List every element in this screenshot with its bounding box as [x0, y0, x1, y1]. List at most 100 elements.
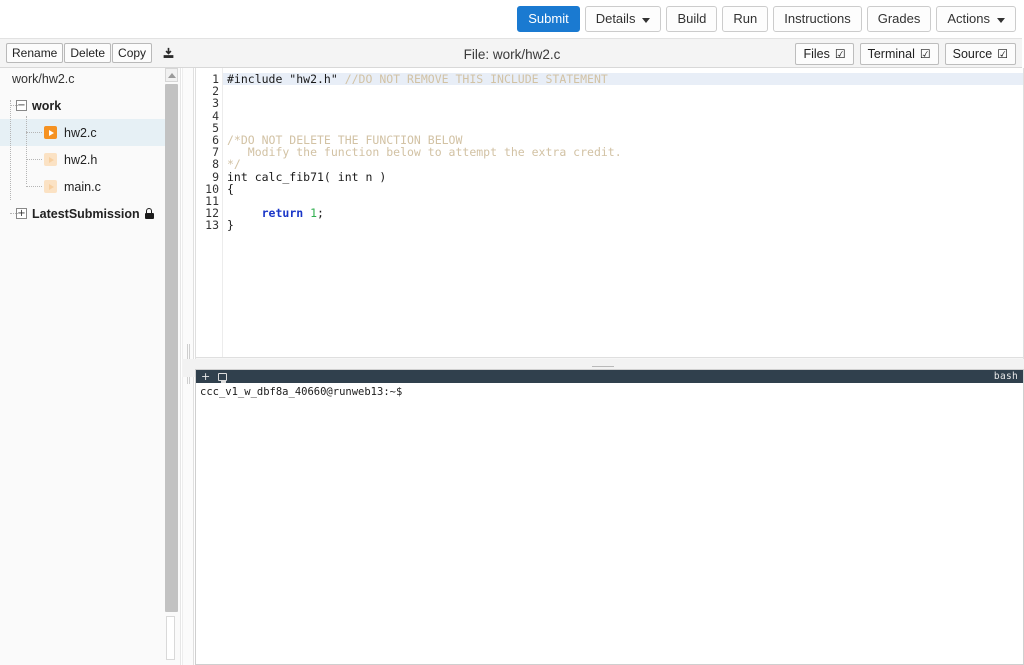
terminal-output[interactable]: ccc_v1_w_dbf8a_40660@runweb13:~$	[196, 383, 1023, 664]
tree-node-label: hw2.c	[64, 126, 97, 140]
tree-connector	[10, 105, 18, 106]
file-operations-group: Rename Delete Copy	[6, 43, 179, 63]
toolbar-button-build[interactable]: Build	[666, 6, 717, 32]
panel-toggle-files[interactable]: Files ☑	[795, 43, 853, 65]
file-tree: −work hw2.c hw2.h main.c +LatestSubmission	[0, 92, 166, 665]
toolbar-button-label: Details	[596, 7, 636, 31]
copy-button[interactable]: Copy	[112, 43, 152, 63]
ide-page: Submit Details Build Run Instructions Grades A…	[0, 0, 1024, 665]
code-line[interactable]	[223, 97, 1023, 109]
lock-icon	[145, 208, 154, 219]
checkbox-checked-icon[interactable]: ☑	[997, 48, 1008, 60]
toolbar-button-label: Instructions	[784, 7, 850, 31]
tree-node-work[interactable]: −work	[0, 92, 166, 119]
chevron-down-icon	[642, 18, 650, 23]
panel-toggle-label: Terminal	[868, 44, 915, 64]
tree-node-label: main.c	[64, 180, 101, 194]
code-token: 1	[310, 206, 317, 220]
code-token: //DO NOT REMOVE THIS INCLUDE STATEMENT	[345, 72, 608, 86]
checkbox-checked-icon[interactable]: ☑	[920, 48, 931, 60]
toolbar-button-label: Submit	[528, 7, 568, 31]
toolbar-button-label: Build	[677, 7, 706, 31]
line-number: 4	[196, 110, 222, 122]
toolbar-button-run[interactable]: Run	[722, 6, 768, 32]
tree-node-hw2-h[interactable]: hw2.h	[0, 146, 166, 173]
scroll-up-icon[interactable]	[165, 68, 178, 82]
file-toolbar: File: work/hw2.c Rename Delete Copy File…	[0, 38, 1024, 68]
tree-connector	[10, 100, 11, 200]
code-line[interactable]: int calc_fib71( int n )	[223, 171, 1023, 183]
file-icon	[44, 180, 57, 193]
tree-connector	[26, 132, 42, 133]
code-line[interactable]: }	[223, 219, 1023, 231]
panel-toggle-label: Source	[953, 44, 993, 64]
terminal-line: ccc_v1_w_dbf8a_40660@runweb13:~$	[200, 386, 1023, 399]
tree-connector	[26, 116, 27, 184]
chevron-down-icon	[997, 18, 1005, 23]
tree-node-label: work	[32, 99, 61, 113]
tree-connector	[26, 159, 42, 160]
panel-toggle-group: Files ☑ Terminal ☑ Source ☑	[795, 43, 1016, 65]
line-number: 8	[196, 158, 222, 170]
plus-icon[interactable]: +	[201, 371, 210, 382]
code-editor[interactable]: 12345678910111213 #include "hw2.h" //DO …	[195, 68, 1024, 358]
code-token: Modify the function below to attempt the…	[227, 145, 622, 159]
main-action-toolbar: Submit Details Build Run Instructions Grades A…	[0, 0, 1024, 38]
tree-node-hw2-c[interactable]: hw2.c	[0, 119, 166, 146]
panel-toggle-source[interactable]: Source ☑	[945, 43, 1016, 65]
toolbar-button-label: Actions	[947, 7, 990, 31]
line-number-gutter: 12345678910111213	[196, 68, 223, 357]
file-tree-scrollbar[interactable]	[165, 68, 178, 665]
code-line[interactable]: #include "hw2.h" //DO NOT REMOVE THIS IN…	[223, 73, 1023, 85]
code-text[interactable]: #include "hw2.h" //DO NOT REMOVE THIS IN…	[223, 68, 1023, 357]
code-line[interactable]	[223, 110, 1023, 122]
download-icon[interactable]	[157, 43, 179, 63]
workspace: work/hw2.c −workhw2.chw2.hmain.c+LatestS…	[0, 68, 1024, 665]
line-number: 13	[196, 219, 222, 231]
checkbox-checked-icon[interactable]: ☑	[835, 48, 846, 60]
toolbar-button-actions[interactable]: Actions	[936, 6, 1016, 32]
code-line[interactable]: Modify the function below to attempt the…	[223, 146, 1023, 158]
panel-toggle-label: Files	[803, 44, 829, 64]
delete-button[interactable]: Delete	[64, 43, 111, 63]
line-number: 9	[196, 171, 222, 183]
terminal-panel[interactable]: + bash ccc_v1_w_dbf8a_40660@runweb13:~$	[195, 369, 1024, 665]
tree-node-latestsubmission[interactable]: +LatestSubmission	[0, 200, 166, 227]
toolbar-button-instructions[interactable]: Instructions	[773, 6, 861, 32]
toolbar-button-label: Run	[733, 7, 757, 31]
code-token: }	[227, 218, 234, 232]
scrollbar-track-bottom[interactable]	[166, 616, 175, 660]
tree-connector	[26, 186, 42, 187]
toolbar-button-grades[interactable]: Grades	[867, 6, 932, 32]
terminal-header: + bash	[196, 370, 1023, 383]
terminal-shell-label: bash	[994, 371, 1018, 382]
code-area[interactable]: 12345678910111213 #include "hw2.h" //DO …	[196, 68, 1023, 357]
code-line[interactable]	[223, 195, 1023, 207]
toolbar-button-label: Grades	[878, 7, 921, 31]
tree-node-label: LatestSubmission	[32, 207, 140, 221]
code-token: ;	[317, 206, 324, 220]
scrollbar-thumb[interactable]	[165, 84, 178, 612]
file-tree-panel: work/hw2.c −work hw2.c hw2.h main.c +LatestS…	[0, 68, 181, 665]
action-button-group: Submit Details Build Run Instructions Grades A…	[517, 6, 1016, 32]
code-token: {	[227, 182, 234, 196]
code-token: #include "hw2.h"	[227, 72, 345, 86]
tree-node-main-c[interactable]: main.c	[0, 173, 166, 200]
line-number: 3	[196, 97, 222, 109]
terminal-header-actions: +	[201, 371, 227, 382]
tree-node-label: hw2.h	[64, 153, 97, 167]
file-icon	[44, 153, 57, 166]
code-line[interactable]: {	[223, 183, 1023, 195]
code-token: int calc_fib71( int n )	[227, 170, 386, 184]
code-token: return	[262, 206, 304, 220]
file-icon	[44, 126, 57, 139]
panel-toggle-terminal[interactable]: Terminal ☑	[860, 43, 939, 65]
rename-button[interactable]: Rename	[6, 43, 63, 63]
toolbar-button-details[interactable]: Details	[585, 6, 662, 32]
monitor-icon[interactable]	[218, 373, 227, 381]
code-line[interactable]: return 1;	[223, 207, 1023, 219]
tree-connector	[10, 213, 18, 214]
file-tree-path: work/hw2.c	[0, 68, 180, 90]
toolbar-button-submit[interactable]: Submit	[517, 6, 579, 32]
code-line[interactable]	[223, 85, 1023, 97]
